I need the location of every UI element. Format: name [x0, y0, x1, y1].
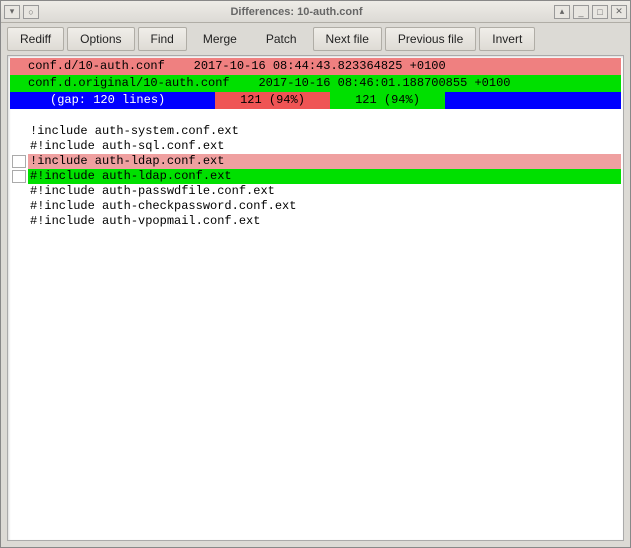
merge-checkbox[interactable] [12, 170, 26, 183]
context-line: #!include auth-vpopmail.conf.ext [10, 214, 621, 229]
previous-file-button[interactable]: Previous file [385, 27, 476, 51]
window-pin-button[interactable]: ○ [23, 5, 39, 19]
diff-header-new: conf.d.original/10-auth.conf 2017-10-16 … [10, 75, 621, 92]
options-button[interactable]: Options [67, 27, 134, 51]
patch-button[interactable]: Patch [253, 27, 310, 51]
diff-added-row: #!include auth-ldap.conf.ext [10, 169, 621, 184]
toolbar: Rediff Options Find Merge Patch Next fil… [1, 23, 630, 55]
diff-added-text: #!include auth-ldap.conf.ext [28, 169, 621, 184]
next-file-button[interactable]: Next file [313, 27, 382, 51]
merge-button[interactable]: Merge [190, 27, 250, 51]
titlebar: ▾ ○ Differences: 10-auth.conf ▴ _ □ ✕ [1, 1, 630, 23]
window-frame: ▾ ○ Differences: 10-auth.conf ▴ _ □ ✕ Re… [0, 0, 631, 548]
window-close-button[interactable]: ✕ [611, 5, 627, 19]
diff-gap-row: (gap: 120 lines) 121 (94%) 121 (94%) [10, 92, 621, 109]
window-maximize-button[interactable]: □ [592, 5, 608, 19]
context-line: #!include auth-checkpassword.conf.ext [10, 199, 621, 214]
context-line: #!include auth-sql.conf.ext [10, 139, 621, 154]
window-title: Differences: 10-auth.conf [39, 6, 554, 18]
diff-header-old: conf.d/10-auth.conf 2017-10-16 08:44:43.… [10, 58, 621, 75]
window-rollup-button[interactable]: ▴ [554, 5, 570, 19]
gap-new-count: 121 (94%) [330, 92, 445, 109]
context-line: #!include auth-passwdfile.conf.ext [10, 184, 621, 199]
merge-checkbox[interactable] [12, 155, 26, 168]
diff-pane[interactable]: conf.d/10-auth.conf 2017-10-16 08:44:43.… [7, 55, 624, 541]
find-button[interactable]: Find [138, 27, 187, 51]
gap-label: (gap: 120 lines) [10, 92, 215, 109]
invert-button[interactable]: Invert [479, 27, 535, 51]
window-minimize-button[interactable]: _ [573, 5, 589, 19]
context-line: !include auth-system.conf.ext [10, 124, 621, 139]
gap-old-count: 121 (94%) [215, 92, 330, 109]
window-menu-button[interactable]: ▾ [4, 5, 20, 19]
diff-removed-row: !include auth-ldap.conf.ext [10, 154, 621, 169]
rediff-button[interactable]: Rediff [7, 27, 64, 51]
diff-removed-text: !include auth-ldap.conf.ext [28, 154, 621, 169]
